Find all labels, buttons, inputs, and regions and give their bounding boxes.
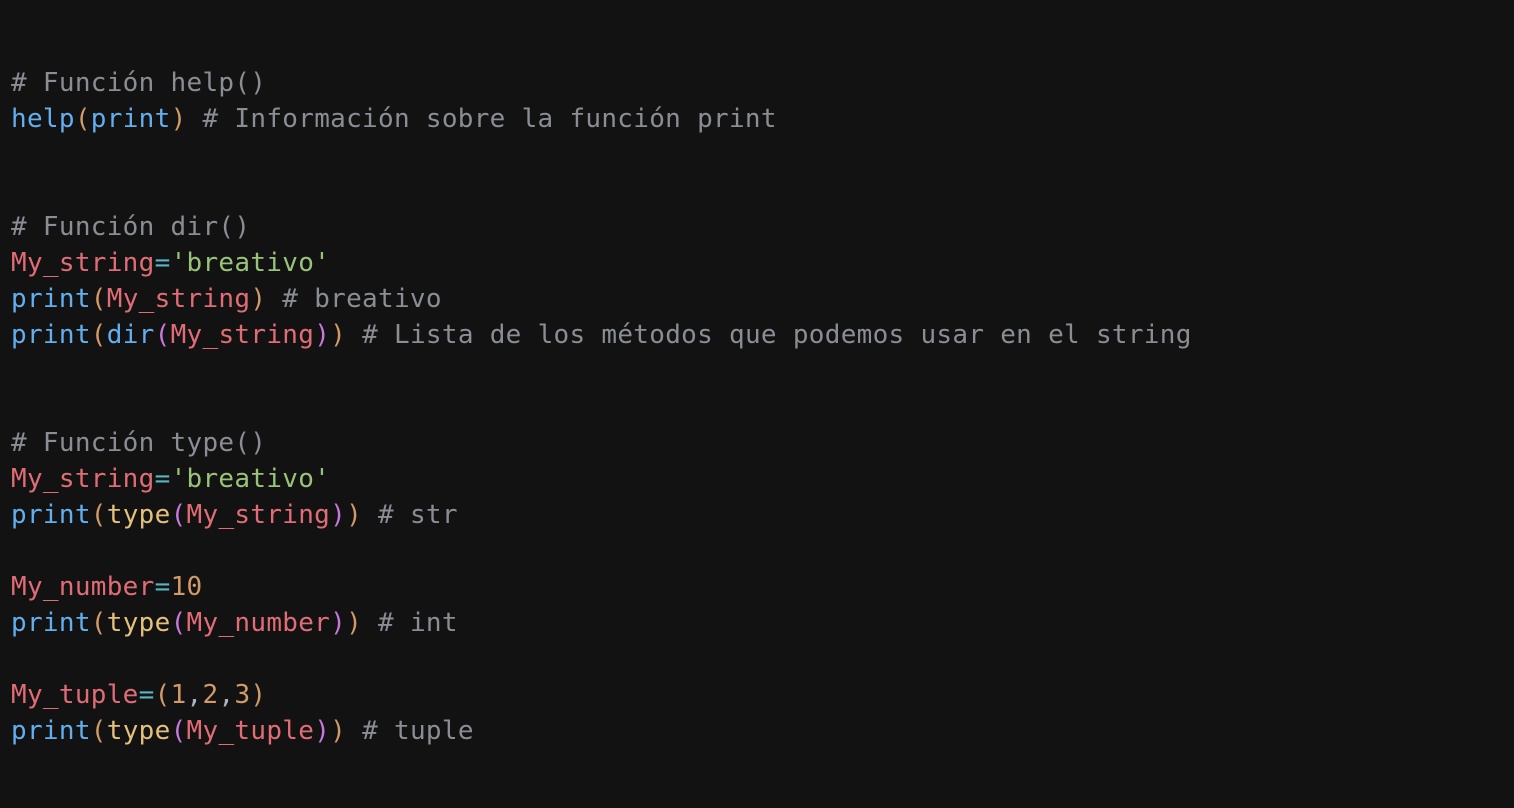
code-line[interactable]: print(type(My_number)) # int bbox=[11, 605, 1514, 641]
variable-token: My_string bbox=[186, 500, 331, 530]
function-token: print bbox=[11, 320, 91, 350]
paren-token: ) bbox=[330, 716, 347, 746]
code-line[interactable]: My_number=10 bbox=[11, 569, 1514, 605]
paren-token: ) bbox=[330, 320, 347, 350]
variable-token: My_string bbox=[11, 464, 155, 494]
comment-token: # Función dir() bbox=[11, 212, 251, 242]
code-line[interactable] bbox=[11, 173, 1514, 209]
function-token: dir bbox=[106, 320, 155, 350]
function-token: print bbox=[11, 500, 91, 530]
variable-token: My_tuple bbox=[11, 680, 139, 710]
comment-token: # Lista de los métodos que podemos usar … bbox=[362, 320, 1192, 350]
code-line[interactable] bbox=[11, 533, 1514, 569]
number-token: 3 bbox=[234, 680, 251, 710]
code-line[interactable] bbox=[11, 641, 1514, 677]
punctuation-token: , bbox=[218, 680, 235, 710]
string-token: 'breativo' bbox=[170, 464, 331, 494]
code-line[interactable] bbox=[11, 389, 1514, 425]
paren-token: ( bbox=[90, 608, 107, 638]
operator-token: = bbox=[154, 464, 171, 494]
paren-token: ) bbox=[314, 716, 331, 746]
variable-token: My_string bbox=[106, 284, 251, 314]
paren-token: ( bbox=[154, 320, 171, 350]
comment-token: # breativo bbox=[282, 284, 442, 314]
comment-token: # str bbox=[378, 500, 458, 530]
paren-token: ( bbox=[90, 284, 107, 314]
punctuation-token: , bbox=[186, 680, 203, 710]
code-line[interactable]: print(type(My_string)) # str bbox=[11, 497, 1514, 533]
paren-token: ( bbox=[170, 500, 187, 530]
operator-token: = bbox=[138, 680, 155, 710]
paren-token: ) bbox=[250, 680, 267, 710]
code-line[interactable]: My_string='breativo' bbox=[11, 245, 1514, 281]
builtin-token: type bbox=[106, 500, 171, 530]
string-token: 'breativo' bbox=[170, 248, 331, 278]
code-line[interactable]: My_string='breativo' bbox=[11, 461, 1514, 497]
builtin-token: type bbox=[106, 716, 171, 746]
code-line[interactable]: print(type(My_tuple)) # tuple bbox=[11, 713, 1514, 749]
function-token: print bbox=[11, 284, 91, 314]
code-line[interactable]: help(print) # Información sobre la funci… bbox=[11, 101, 1514, 137]
comment-token: # tuple bbox=[362, 716, 474, 746]
number-token: 2 bbox=[202, 680, 219, 710]
code-line[interactable]: My_tuple=(1,2,3) bbox=[11, 677, 1514, 713]
function-token: print bbox=[11, 608, 91, 638]
comment-token: # Información sobre la función print bbox=[202, 104, 777, 134]
code-line[interactable]: # Función help() bbox=[11, 65, 1514, 101]
paren-token: ( bbox=[154, 680, 171, 710]
variable-token: My_string bbox=[11, 248, 155, 278]
paren-token: ) bbox=[330, 608, 347, 638]
comment-token: # Función help() bbox=[11, 68, 267, 98]
code-line[interactable]: print(dir(My_string)) # Lista de los mét… bbox=[11, 317, 1514, 353]
paren-token: ( bbox=[90, 320, 107, 350]
function-token: print bbox=[90, 104, 171, 134]
paren-token: ) bbox=[346, 500, 363, 530]
number-token: 10 bbox=[170, 572, 203, 602]
paren-token: ) bbox=[314, 320, 331, 350]
variable-token: My_number bbox=[186, 608, 331, 638]
code-line[interactable] bbox=[11, 137, 1514, 173]
number-token: 1 bbox=[170, 680, 187, 710]
code-line[interactable]: # Función dir() bbox=[11, 209, 1514, 245]
paren-token: ) bbox=[346, 608, 363, 638]
comment-token: # int bbox=[378, 608, 458, 638]
comment-token: # Función type() bbox=[11, 428, 267, 458]
code-line[interactable] bbox=[11, 353, 1514, 389]
paren-token: ( bbox=[170, 608, 187, 638]
paren-token: ) bbox=[330, 500, 347, 530]
code-line[interactable]: print(My_string) # breativo bbox=[11, 281, 1514, 317]
paren-token: ) bbox=[170, 104, 187, 134]
code-editor[interactable]: # Función help() help(print) # Informació… bbox=[0, 0, 1514, 808]
paren-token: ( bbox=[90, 500, 107, 530]
paren-token: ( bbox=[90, 716, 107, 746]
paren-token: ( bbox=[170, 716, 187, 746]
operator-token: = bbox=[154, 572, 171, 602]
paren-token: ( bbox=[74, 104, 91, 134]
paren-token: ) bbox=[250, 284, 267, 314]
variable-token: My_number bbox=[11, 572, 155, 602]
variable-token: My_tuple bbox=[186, 716, 315, 746]
variable-token: My_string bbox=[170, 320, 315, 350]
operator-token: = bbox=[154, 248, 171, 278]
function-token: help bbox=[11, 104, 75, 134]
function-token: print bbox=[11, 716, 91, 746]
code-line[interactable]: # Función type() bbox=[11, 425, 1514, 461]
builtin-token: type bbox=[106, 608, 171, 638]
